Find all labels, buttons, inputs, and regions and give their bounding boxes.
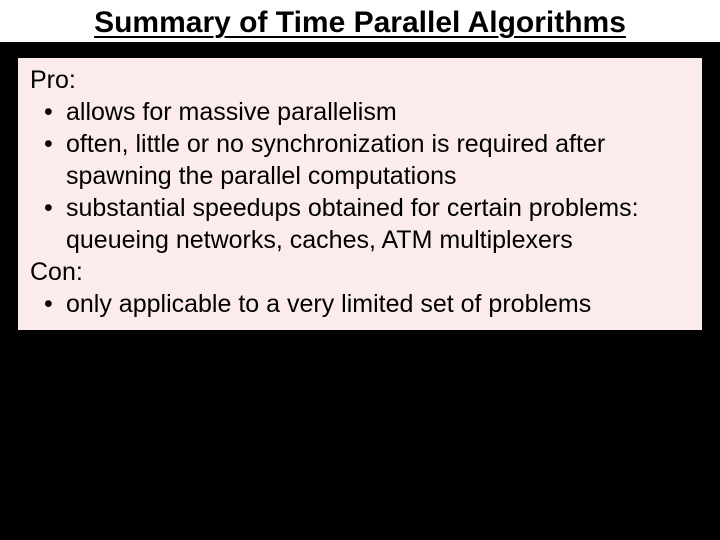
title-gap [0, 42, 720, 56]
slide-title: Summary of Time Parallel Algorithms [0, 6, 720, 40]
list-item: allows for massive parallelism [30, 96, 690, 128]
slide: Summary of Time Parallel Algorithms Pro:… [0, 0, 720, 540]
list-item: often, little or no synchronization is r… [30, 128, 690, 192]
list-item: substantial speedups obtained for certai… [30, 192, 690, 256]
content-box: Pro: allows for massive parallelism ofte… [16, 56, 704, 332]
con-heading: Con: [30, 256, 690, 288]
list-item: only applicable to a very limited set of… [30, 288, 690, 320]
con-list: only applicable to a very limited set of… [30, 288, 690, 320]
title-bar: Summary of Time Parallel Algorithms [0, 0, 720, 42]
pro-heading: Pro: [30, 64, 690, 96]
pro-list: allows for massive parallelism often, li… [30, 96, 690, 256]
